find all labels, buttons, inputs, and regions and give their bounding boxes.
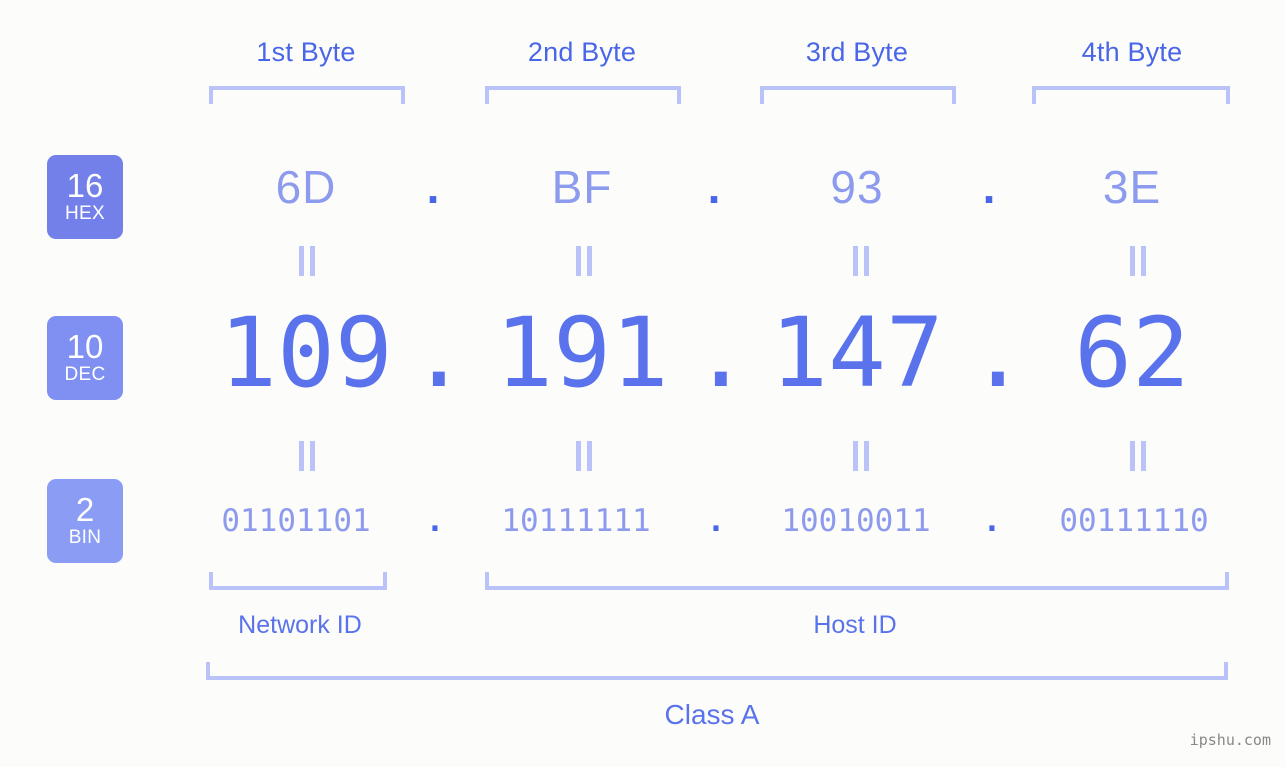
byte-header-2: 2nd Byte	[527, 37, 637, 67]
dec-byte-2: 191	[495, 297, 669, 409]
byte-bracket-3	[760, 86, 956, 104]
equals-mark-dec-bin-3	[845, 441, 875, 471]
hex-separator-2: .	[707, 161, 721, 213]
class-bracket	[206, 662, 1228, 680]
byte-header-1: 1st Byte	[256, 37, 356, 67]
network-id-bracket	[209, 572, 387, 590]
radix-badge-dec-label: DEC	[64, 364, 106, 385]
dec-separator-1: .	[410, 297, 468, 409]
byte-header-4: 4th Byte	[1081, 37, 1183, 67]
equals-mark-hex-dec-4	[1122, 246, 1152, 276]
radix-badge-hex-label: HEX	[65, 203, 105, 224]
equals-mark-dec-bin-1	[291, 441, 321, 471]
byte-bracket-2	[485, 86, 681, 104]
radix-badge-dec: 10 DEC	[47, 316, 123, 400]
byte-header-3: 3rd Byte	[805, 37, 909, 67]
radix-badge-bin-label: BIN	[68, 527, 102, 548]
hex-byte-3: 93	[830, 161, 884, 213]
equals-mark-hex-dec-1	[291, 246, 321, 276]
equals-mark-hex-dec-2	[568, 246, 598, 276]
equals-mark-dec-bin-2	[568, 441, 598, 471]
bin-byte-1: 01101101	[221, 503, 371, 539]
bin-byte-4: 00111110	[1059, 503, 1209, 539]
bin-separator-1: .	[425, 503, 445, 539]
radix-badge-bin-number: 2	[75, 491, 95, 528]
equals-mark-hex-dec-3	[845, 246, 875, 276]
dec-byte-1: 109	[219, 297, 393, 409]
dec-separator-2: .	[692, 297, 750, 409]
site-watermark: ipshu.com	[1189, 731, 1271, 749]
radix-badge-hex: 16 HEX	[47, 155, 123, 239]
host-id-label: Host ID	[813, 611, 897, 639]
bin-separator-3: .	[982, 503, 1002, 539]
dec-byte-3: 147	[770, 297, 944, 409]
equals-mark-dec-bin-4	[1122, 441, 1152, 471]
hex-separator-3: .	[982, 161, 996, 213]
byte-bracket-1	[209, 86, 405, 104]
radix-badge-dec-number: 10	[66, 328, 104, 365]
radix-badge-hex-number: 16	[66, 167, 104, 204]
dec-byte-4: 62	[1074, 297, 1190, 409]
network-id-label: Network ID	[238, 611, 362, 639]
hex-byte-1: 6D	[275, 161, 337, 213]
byte-bracket-4	[1032, 86, 1230, 104]
bin-separator-2: .	[706, 503, 726, 539]
radix-badge-bin: 2 BIN	[47, 479, 123, 563]
dec-separator-3: .	[969, 297, 1027, 409]
host-id-bracket	[485, 572, 1229, 590]
bin-byte-3: 10010011	[781, 503, 931, 539]
hex-byte-2: BF	[551, 161, 613, 213]
bin-byte-2: 10111111	[501, 503, 651, 539]
ip-breakdown-diagram: 1st Byte 2nd Byte 3rd Byte 4th Byte 16 H…	[0, 0, 1285, 767]
class-label: Class A	[664, 699, 760, 730]
hex-byte-4: 3E	[1102, 161, 1162, 213]
hex-separator-1: .	[426, 161, 440, 213]
